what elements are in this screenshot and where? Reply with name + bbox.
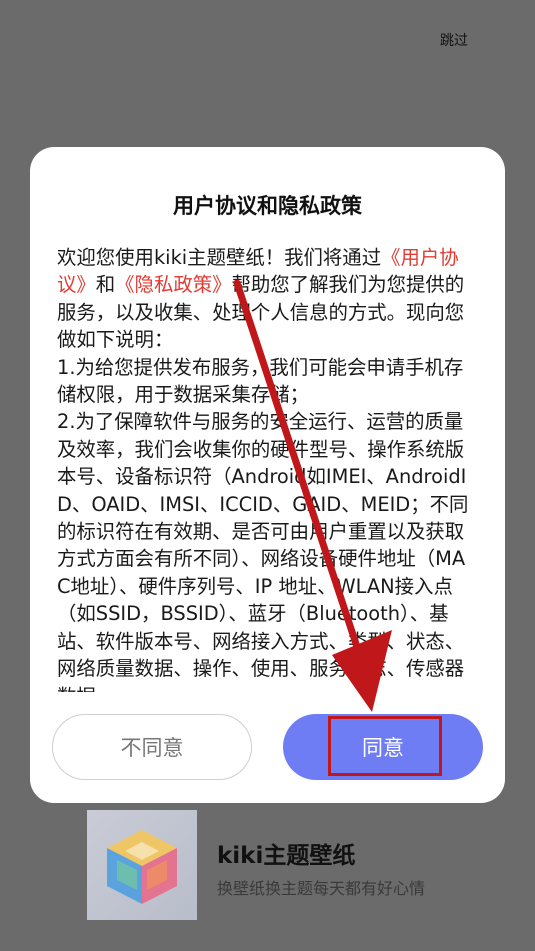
agree-button[interactable]: 同意 — [283, 714, 483, 780]
intro-text: 欢迎您使用kiki主题壁纸！我们将通过 — [57, 246, 382, 269]
cube-icon — [107, 830, 177, 904]
privacy-policy-link[interactable]: 《隐私政策》 — [115, 273, 231, 296]
app-slogan: 换壁纸换主题每天都有好心情 — [217, 879, 426, 898]
body-text: 帮助您了解我们为您提供的服务，以及收集、处理个人信息的方式。现向您做如下说明： … — [57, 273, 469, 692]
agreement-text[interactable]: 欢迎您使用kiki主题壁纸！我们将通过《用户协议》和《隐私政策》帮助您了解我们为… — [57, 244, 477, 692]
skip-button[interactable]: 跳过 — [440, 30, 468, 50]
dialog-title: 用户协议和隐私政策 — [173, 194, 362, 218]
agreement-dialog: 用户协议和隐私政策 欢迎您使用kiki主题壁纸！我们将通过《用户协议》和《隐私政… — [30, 147, 505, 803]
app-logo — [87, 810, 197, 920]
and-text: 和 — [95, 273, 116, 297]
disagree-button[interactable]: 不同意 — [52, 714, 252, 780]
app-name: kiki主题壁纸 — [217, 843, 356, 869]
